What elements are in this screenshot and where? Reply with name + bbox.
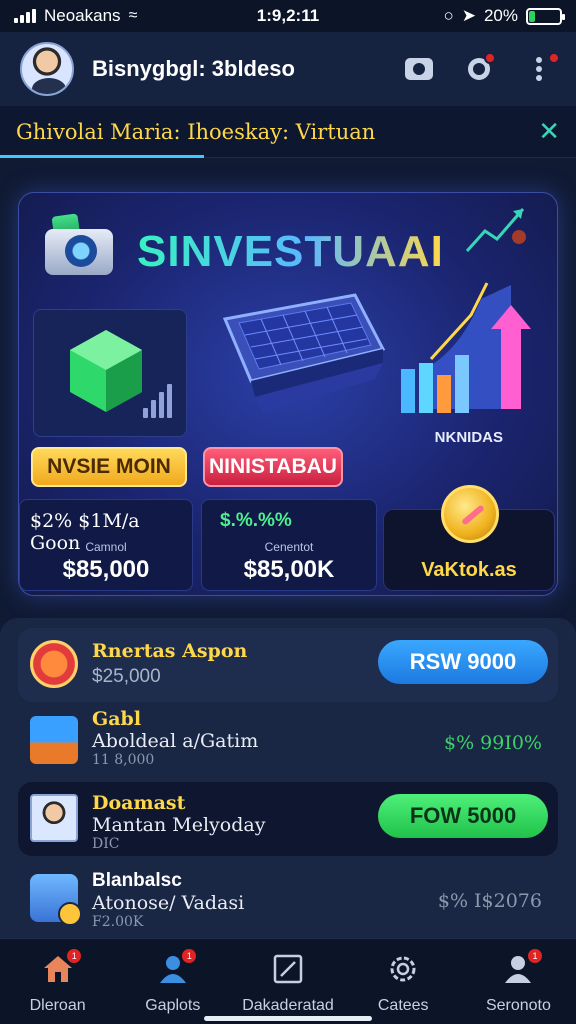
avatar[interactable] [20, 42, 74, 96]
more-menu-button[interactable] [522, 52, 560, 86]
list-item-detail: DIC [92, 836, 120, 852]
announcement-banner: Ghivolai Maria: Ihoeskay: Virtuan ✕ [0, 106, 576, 158]
battery-percent: 20% [483, 6, 518, 25]
list-item-subtitle: Atonose/ Vadasi [92, 892, 245, 914]
stat-card-returns[interactable]: $.%.%% Cenentot $85,00K [201, 499, 377, 591]
page-title: Bisnygbgl: 3bldeso [92, 56, 295, 81]
camera-illustration-icon [45, 213, 113, 275]
nav-badge: 1 [182, 949, 197, 963]
hero-card[interactable]: SINVESTUAAI NKNIDAS NVSIE MOIN NINISTABA… [18, 192, 558, 596]
bottom-nav: 1 Dleroan 1 Gaplots Dakaderatad Catees 1… [0, 938, 576, 1024]
store-icon [30, 716, 78, 764]
crypto-panel [33, 309, 187, 437]
list-item-subtitle: $25,000 [92, 666, 161, 687]
stake-button[interactable]: NINISTABAU [203, 447, 343, 487]
list-item-subtitle: Mantan Melyoday [92, 814, 266, 836]
list-item-subtitle: Aboldeal a/Gatim [92, 730, 259, 752]
announcement-progress [0, 155, 204, 158]
nav-badge: 1 [67, 949, 82, 963]
wallet-coin-icon [441, 485, 499, 543]
row-action-button[interactable]: RSW 9000 [378, 640, 548, 684]
nav-item-categories[interactable]: Catees [346, 939, 461, 1024]
list-item-amount: $% I$2076 [437, 890, 542, 912]
row-action-button[interactable]: FOW 5000 [378, 794, 548, 838]
app-header: Bisnygbgl: 3bldeso [0, 32, 576, 106]
more-vertical-icon [536, 57, 542, 81]
stat-card-earnings[interactable]: $2% $1M/a Goon Camnol $85,000 [19, 499, 193, 591]
stat-value: $85,000 [62, 556, 150, 583]
list-item[interactable]: Doamast Mantan Melyoday DIC FOW 5000 [18, 782, 558, 856]
location-icon: ➤ [461, 6, 476, 25]
mini-bar-icon [143, 384, 172, 418]
list-item[interactable]: Gabl Aboldeal a/Gatim 11 8,000 $% 99I0% [18, 704, 558, 778]
wallet-label: VaKtok.as [421, 559, 517, 581]
list-item-title: Blanbalsc [92, 870, 182, 891]
list-item[interactable]: Rnertas Aspon $25,000 RSW 9000 [18, 628, 558, 702]
list-item-detail: 11 8,000 [92, 752, 155, 768]
trend-arrow-icon [465, 208, 526, 253]
close-icon[interactable]: ✕ [538, 116, 560, 147]
menu-badge [548, 52, 560, 64]
nav-item-home[interactable]: 1 Dleroan [0, 939, 115, 1024]
battery-icon [526, 7, 565, 25]
list-item-title: Gabl [92, 708, 142, 730]
nav-badge: 1 [528, 949, 543, 963]
stat-headline: $.%.%% [220, 510, 292, 531]
signal-icon [14, 9, 36, 23]
nav-item-users[interactable]: 1 Gaplots [115, 939, 230, 1024]
camera-icon [405, 58, 433, 80]
wifi-icon: ≈ [128, 7, 138, 24]
list-item-title: Doamast [92, 792, 186, 814]
nav-label: Seronoto [485, 997, 551, 1014]
edit-icon [273, 954, 303, 984]
stat-caption: Camnol [85, 540, 127, 554]
carrier-name: Neoakans [44, 6, 121, 25]
camera-button[interactable] [402, 52, 436, 86]
coin-icon [30, 640, 78, 688]
stat-caption: Cenentot [264, 540, 314, 554]
settings-icon [390, 956, 416, 982]
status-bar: Neoakans ≈ 1:9,2:11 ○ ➤ 20% [0, 0, 576, 32]
invest-button[interactable]: NVSIE MOIN [31, 447, 187, 487]
announcement-text: Ghivolai Maria: Ihoeskay: Virtuan [16, 119, 376, 144]
growth-chart-icon [401, 282, 531, 413]
alarm-icon: ○ [443, 6, 454, 25]
nav-label: Gaplots [145, 997, 201, 1014]
list-item-title: Rnertas Aspon [92, 640, 248, 662]
nav-item-dashboard[interactable]: Dakaderatad [230, 939, 345, 1024]
battery-level [529, 10, 535, 22]
gem-icon [70, 330, 142, 412]
nav-label: Dakaderatad [242, 997, 334, 1014]
nav-item-profile[interactable]: 1 Seronoto [461, 939, 576, 1024]
person-icon [30, 794, 78, 842]
nav-label: Dleroan [29, 997, 86, 1014]
home-indicator[interactable] [204, 1016, 372, 1021]
notifications-button[interactable] [462, 52, 496, 86]
chart-caption: NKNIDAS [434, 429, 503, 446]
tablet-icon [222, 293, 386, 413]
list-item-amount: $% 99I0% [443, 732, 542, 754]
wallet-icon [30, 874, 82, 926]
list-item-detail: F2.00K [92, 914, 144, 930]
list-item[interactable]: Blanbalsc Atonose/ Vadasi F2.00K $% I$20… [18, 862, 558, 936]
stat-value: $85,00K [243, 556, 335, 583]
notification-badge [484, 52, 496, 64]
nav-label: Catees [377, 997, 429, 1014]
